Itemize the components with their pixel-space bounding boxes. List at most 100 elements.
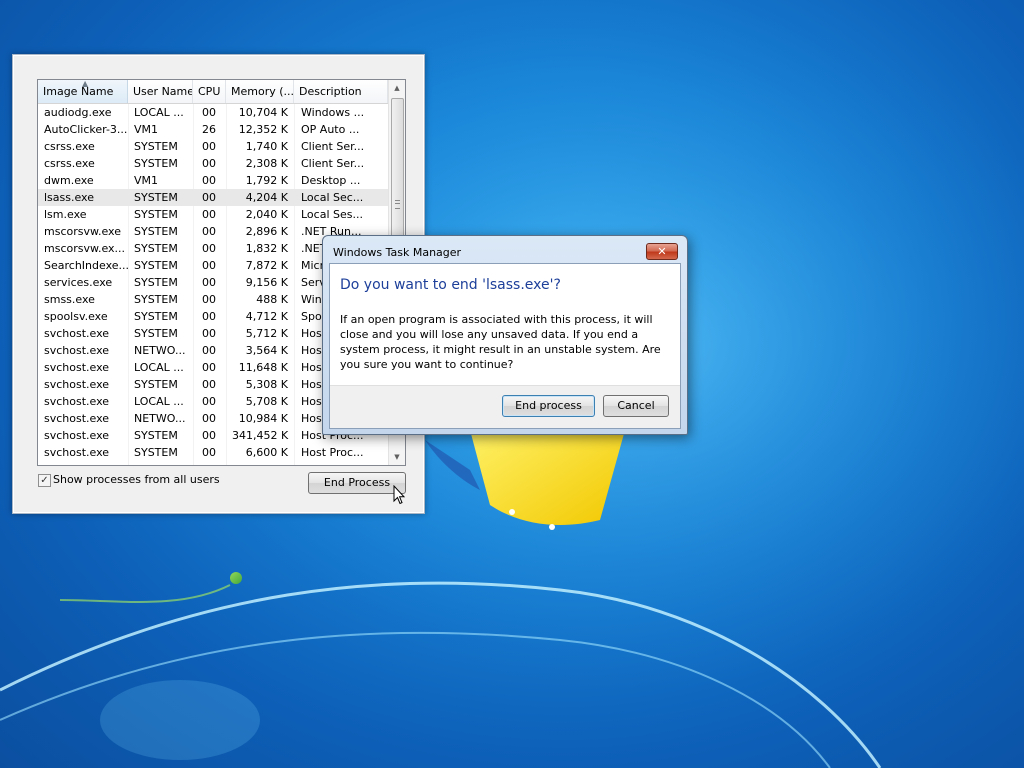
process-user-name: LOCAL ... — [134, 106, 184, 119]
process-memory: 4,712 K — [245, 310, 288, 323]
process-user-name: SYSTEM — [134, 157, 178, 170]
process-cpu: 00 — [202, 259, 216, 272]
process-description: Host Proc... — [301, 446, 364, 459]
end-process-confirm-button[interactable]: End process — [502, 395, 595, 417]
process-image-name: svchost.exe — [44, 412, 110, 425]
end-process-button[interactable]: End Process — [308, 472, 406, 494]
process-cpu: 00 — [202, 344, 216, 357]
mouse-pointer-icon — [393, 485, 405, 505]
process-user-name: SYSTEM — [134, 429, 178, 442]
process-description: Local Ses... — [301, 208, 363, 221]
close-icon[interactable]: ✕ — [646, 243, 678, 260]
process-image-name: lsm.exe — [44, 208, 87, 221]
process-image-name: svchost.exe — [44, 327, 110, 340]
process-user-name: SYSTEM — [134, 378, 178, 391]
process-image-name: svchost.exe — [44, 361, 110, 374]
process-row[interactable]: lsass.exe SYSTEM 00 4,204 K Local Sec... — [38, 189, 388, 206]
process-image-name: svchost.exe — [44, 429, 110, 442]
process-user-name: VM1 — [134, 123, 159, 136]
process-description: Windows ... — [301, 106, 365, 119]
process-cpu: 00 — [202, 395, 216, 408]
process-image-name: dwm.exe — [44, 174, 94, 187]
process-cpu: 00 — [202, 310, 216, 323]
process-cpu: 00 — [202, 174, 216, 187]
process-row[interactable]: csrss.exe SYSTEM 00 2,308 K Client Ser... — [38, 155, 388, 172]
process-list-header: ▲ Image Name User Name CPU Memory (... D… — [38, 80, 388, 104]
process-cpu: 00 — [202, 225, 216, 238]
column-header-label: Memory (... — [231, 85, 294, 98]
scroll-up-icon[interactable]: ▲ — [389, 80, 405, 96]
process-memory: 1,792 K — [245, 174, 288, 187]
sort-ascending-icon: ▲ — [82, 80, 89, 88]
column-header-user-name[interactable]: User Name — [128, 80, 193, 103]
process-image-name: AutoClicker-3.... — [44, 123, 128, 136]
process-cpu: 00 — [202, 242, 216, 255]
process-row[interactable]: lsm.exe SYSTEM 00 2,040 K Local Ses... — [38, 206, 388, 223]
process-row[interactable]: csrss.exe SYSTEM 00 1,740 K Client Ser... — [38, 138, 388, 155]
process-image-name: csrss.exe — [44, 140, 95, 153]
process-memory: 4,204 K — [245, 191, 288, 204]
process-description: Desktop ... — [301, 174, 361, 187]
process-memory: 2,040 K — [245, 208, 288, 221]
column-header-image-name[interactable]: ▲ Image Name — [38, 80, 128, 103]
process-image-name: svchost.exe — [44, 378, 110, 391]
process-user-name: SYSTEM — [134, 310, 178, 323]
process-memory: 10,704 K — [238, 106, 288, 119]
process-cpu: 00 — [202, 140, 216, 153]
process-description: Local Sec... — [301, 191, 364, 204]
process-image-name: spoolsv.exe — [44, 310, 108, 323]
process-cpu: 00 — [202, 293, 216, 306]
process-cpu: 00 — [202, 378, 216, 391]
process-user-name: SYSTEM — [134, 140, 178, 153]
process-user-name: LOCAL ... — [134, 395, 184, 408]
column-header-cpu[interactable]: CPU — [193, 80, 226, 103]
process-cpu: 00 — [202, 412, 216, 425]
process-image-name: smss.exe — [44, 293, 95, 306]
process-user-name: SYSTEM — [134, 225, 178, 238]
process-user-name: SYSTEM — [134, 191, 178, 204]
show-all-checkbox[interactable]: ✓ — [38, 474, 51, 487]
process-memory: 12,352 K — [238, 123, 288, 136]
process-user-name: SYSTEM — [134, 327, 178, 340]
dialog-content: Do you want to end 'lsass.exe'? If an op… — [329, 263, 681, 429]
process-image-name: mscorsvw.exe — [44, 225, 121, 238]
process-user-name: SYSTEM — [134, 446, 178, 459]
process-memory: 5,708 K — [245, 395, 288, 408]
grip-icon — [395, 200, 400, 209]
process-image-name: svchost.exe — [44, 446, 110, 459]
column-header-label: CPU — [198, 85, 221, 98]
process-image-name: services.exe — [44, 276, 113, 289]
process-memory: 10,984 K — [238, 412, 288, 425]
process-image-name: csrss.exe — [44, 157, 95, 170]
column-header-label: Description — [299, 85, 362, 98]
process-memory: 5,308 K — [245, 378, 288, 391]
process-user-name: SYSTEM — [134, 242, 178, 255]
scroll-down-icon[interactable]: ▼ — [389, 449, 405, 465]
process-image-name: svchost.exe — [44, 344, 110, 357]
dialog-message: If an open program is associated with th… — [340, 313, 661, 371]
process-row[interactable]: AutoClicker-3.... VM1 26 12,352 K OP Auto ..… — [38, 121, 388, 138]
process-cpu: 00 — [202, 429, 216, 442]
process-row[interactable]: dwm.exe VM1 00 1,792 K Desktop ... — [38, 172, 388, 189]
process-user-name: SYSTEM — [134, 276, 178, 289]
process-row[interactable]: audiodg.exe LOCAL ... 00 10,704 K Windows ..… — [38, 104, 388, 121]
process-cpu: 00 — [202, 361, 216, 374]
dialog-footer: End process Cancel — [330, 385, 680, 428]
process-image-name: mscorsvw.ex... — [44, 242, 126, 255]
process-memory: 488 K — [256, 293, 288, 306]
process-cpu: 26 — [202, 123, 216, 136]
process-row[interactable]: svchost.exe SYSTEM 00 6,600 K Host Proc... — [38, 444, 388, 461]
column-header-memory[interactable]: Memory (... — [226, 80, 294, 103]
process-memory: 6,600 K — [245, 446, 288, 459]
process-cpu: 00 — [202, 276, 216, 289]
process-description: Client Ser... — [301, 157, 365, 170]
process-image-name: audiodg.exe — [44, 106, 112, 119]
process-memory: 7,872 K — [245, 259, 288, 272]
process-description: Client Ser... — [301, 140, 365, 153]
process-image-name: lsass.exe — [44, 191, 94, 204]
process-memory: 341,452 K — [232, 429, 289, 442]
process-cpu: 00 — [202, 446, 216, 459]
dialog-heading: Do you want to end 'lsass.exe'? — [340, 277, 561, 293]
cancel-button[interactable]: Cancel — [603, 395, 669, 417]
column-header-description[interactable]: Description — [294, 80, 388, 103]
